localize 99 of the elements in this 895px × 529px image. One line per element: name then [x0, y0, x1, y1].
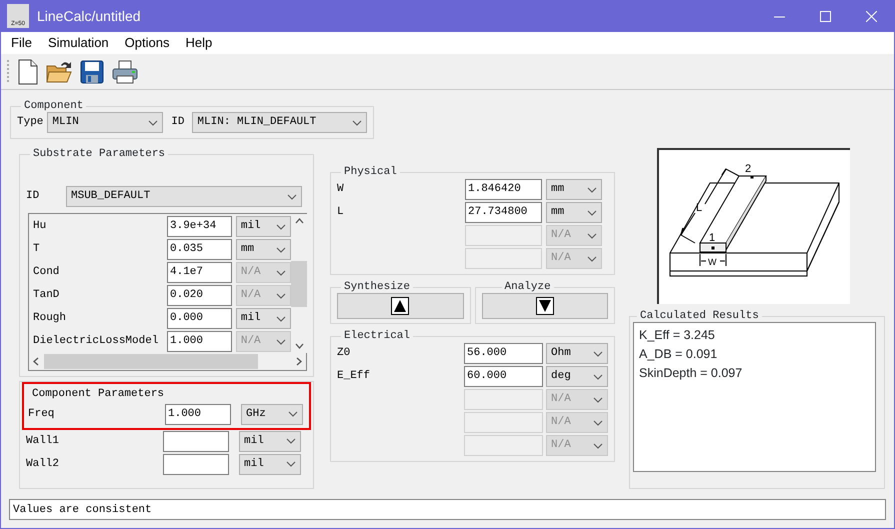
group-title: Analyze — [504, 281, 552, 293]
dropdown[interactable]: MSUB_DEFAULT — [66, 186, 302, 207]
chevron-down-icon — [276, 268, 286, 276]
dropdown[interactable]: GHz — [241, 404, 303, 424]
dropdown[interactable]: mil — [239, 454, 301, 474]
dropdown[interactable]: mm — [546, 202, 602, 223]
chevron-down-icon — [593, 350, 603, 358]
chevron-down-icon — [587, 254, 597, 262]
open-folder-icon[interactable] — [46, 60, 72, 84]
parameter-label: E_Eff — [337, 369, 372, 384]
dropdown[interactable]: deg — [546, 366, 608, 387]
synthesize-button[interactable] — [337, 293, 464, 319]
menu-item[interactable]: File — [3, 33, 40, 53]
parameter-label: DielectricLossModel — [33, 334, 160, 350]
chevron-down-icon — [587, 232, 597, 240]
dropdown[interactable]: mil — [236, 216, 291, 237]
parameter-label: Rough — [33, 311, 68, 326]
window-title: LineCalc/untitled — [37, 6, 142, 26]
dropdown[interactable]: MLIN: MLIN_DEFAULT — [192, 112, 367, 133]
parameter-label: W — [337, 182, 345, 198]
scrollbar-thumb[interactable] — [44, 354, 258, 369]
group-title: Physical — [343, 166, 398, 178]
parameter-label: Wall2 — [26, 456, 60, 472]
scrollbar-thumb[interactable] — [291, 260, 307, 306]
group-title: Calculated Results — [639, 310, 760, 322]
chevron-down-icon — [276, 222, 286, 230]
input-field[interactable]: 56.000 — [464, 343, 543, 364]
scroll-right-icon[interactable] — [296, 357, 302, 366]
dropdown[interactable]: MLIN — [47, 112, 164, 133]
chevron-down-icon — [286, 460, 296, 468]
input-field[interactable]: 3.9e+34 — [167, 216, 232, 237]
printer-icon[interactable] — [112, 60, 138, 84]
result-line: K_Eff = 3.245 — [639, 327, 716, 344]
dropdown[interactable]: mm — [236, 239, 291, 260]
scroll-down-icon[interactable] — [294, 343, 304, 349]
group-title: Electrical — [343, 330, 412, 342]
dropdown[interactable]: mm — [546, 179, 602, 200]
dropdown[interactable]: Ohm — [546, 343, 608, 364]
input-field[interactable]: 27.734800 — [465, 202, 542, 223]
menu-item[interactable]: Simulation — [40, 33, 117, 53]
parameter-label: T — [33, 242, 41, 258]
parameter-label: Freq — [28, 406, 56, 422]
result-line: SkinDepth = 0.097 — [639, 365, 744, 382]
input-field[interactable]: 0.035 — [167, 239, 232, 260]
port-label: 2 — [745, 163, 752, 175]
width-label: W — [708, 257, 716, 267]
scroll-left-icon[interactable] — [33, 357, 39, 366]
chevron-down-icon — [593, 396, 603, 404]
status-bar: Values are consistent — [9, 499, 886, 520]
parameter-label: Z0 — [337, 346, 352, 362]
dropdown[interactable]: mil — [236, 308, 291, 329]
chevron-down-icon — [287, 192, 297, 200]
parameter-label: TanD — [33, 288, 60, 304]
group-title: Substrate Parameters — [32, 148, 166, 160]
chevron-down-icon — [276, 314, 286, 322]
group-title: Component Parameters — [31, 387, 166, 402]
input-field[interactable]: 0.000 — [167, 308, 232, 329]
input-field[interactable]: 1.846420 — [465, 179, 542, 200]
parameter-label: Cond — [33, 265, 60, 280]
parameter-label: L — [337, 205, 345, 220]
chevron-down-icon — [593, 372, 603, 380]
chevron-down-icon — [288, 410, 298, 418]
id-label: ID — [171, 115, 184, 130]
dropdown[interactable]: mil — [239, 430, 301, 452]
toolbar-grip-icon — [7, 58, 10, 84]
chevron-down-icon — [587, 208, 597, 216]
scroll-up-icon[interactable] — [294, 218, 304, 224]
chevron-down-icon — [286, 437, 296, 445]
input-field[interactable] — [163, 430, 229, 452]
menu-item[interactable]: Options — [116, 33, 178, 53]
chevron-down-icon — [593, 418, 603, 426]
input-field[interactable]: 60.000 — [464, 366, 543, 387]
chevron-down-icon — [352, 118, 362, 126]
analyze-button[interactable] — [482, 293, 608, 319]
maximize-icon[interactable] — [820, 10, 830, 22]
input-field[interactable] — [163, 454, 229, 474]
chevron-down-icon — [276, 338, 286, 346]
down-triangle-icon — [536, 297, 554, 315]
result-line: A_DB = 0.091 — [639, 346, 718, 363]
chevron-down-icon — [148, 118, 158, 126]
input-field[interactable]: 0.020 — [167, 285, 232, 306]
chevron-down-icon — [276, 292, 286, 300]
input-field[interactable]: 1.000 — [167, 331, 232, 352]
menu-item[interactable]: Help — [177, 33, 220, 53]
id-label: ID — [26, 189, 40, 204]
group-title: Component — [23, 100, 84, 112]
close-icon[interactable] — [866, 10, 876, 22]
chevron-down-icon — [593, 442, 603, 450]
type-label: Type — [17, 115, 44, 130]
chevron-down-icon — [587, 186, 597, 194]
new-document-icon[interactable] — [18, 58, 38, 84]
parameter-label: Hu — [33, 219, 48, 234]
parameter-label: Wall1 — [26, 434, 60, 449]
input-field[interactable]: 4.1e7 — [167, 262, 232, 283]
chevron-down-icon — [276, 246, 286, 254]
port-label: 1 — [709, 232, 716, 244]
group-title: Synthesize — [343, 281, 412, 293]
up-triangle-icon — [391, 297, 410, 315]
input-field[interactable]: 1.000 — [165, 404, 231, 424]
